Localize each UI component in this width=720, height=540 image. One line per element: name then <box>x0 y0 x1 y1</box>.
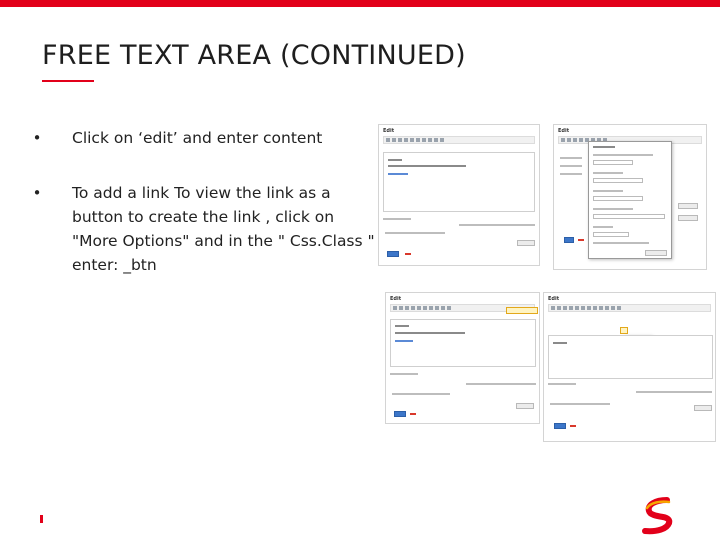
title-underline <box>42 80 94 82</box>
editor-toolbar <box>383 136 535 144</box>
bullet-item: • To add a link To view the link as a bu… <box>30 181 375 277</box>
brand-s-logo-icon <box>642 497 673 535</box>
editor-area <box>383 152 535 212</box>
screenshot-editor-highlight: Edit <box>385 292 540 424</box>
bullet-text: Click on ‘edit’ and enter content <box>72 129 323 147</box>
bullet-dot-icon: • <box>32 184 42 202</box>
top-accent-bar <box>0 0 720 7</box>
screenshot-editor-content: Edit <box>378 124 540 266</box>
highlighted-more-options <box>506 307 538 314</box>
screenshot-heading: Edit <box>558 128 570 134</box>
screenshot-editor-styles: Edit <box>543 292 716 442</box>
bullet-dot-icon: • <box>32 129 42 147</box>
screenshot-heading: Edit <box>383 128 395 134</box>
screenshot-heading: Edit <box>548 296 560 302</box>
bullet-item: • Click on ‘edit’ and enter content <box>30 126 375 150</box>
editor-area <box>390 319 536 367</box>
slide-title: FREE TEXT AREA (CONTINUED) <box>42 40 466 71</box>
bullet-list: • Click on ‘edit’ and enter content • To… <box>30 126 375 308</box>
screenshot-heading: Edit <box>390 296 402 302</box>
screenshot-link-dialog: Edit <box>553 124 707 270</box>
footer-accent-mark <box>40 515 43 523</box>
editor-toolbar <box>548 304 711 312</box>
highlighted-toolbar-button <box>620 327 628 334</box>
link-options-panel <box>588 141 672 259</box>
bullet-text: To add a link To view the link as a butt… <box>72 184 375 274</box>
editor-area <box>548 335 713 379</box>
